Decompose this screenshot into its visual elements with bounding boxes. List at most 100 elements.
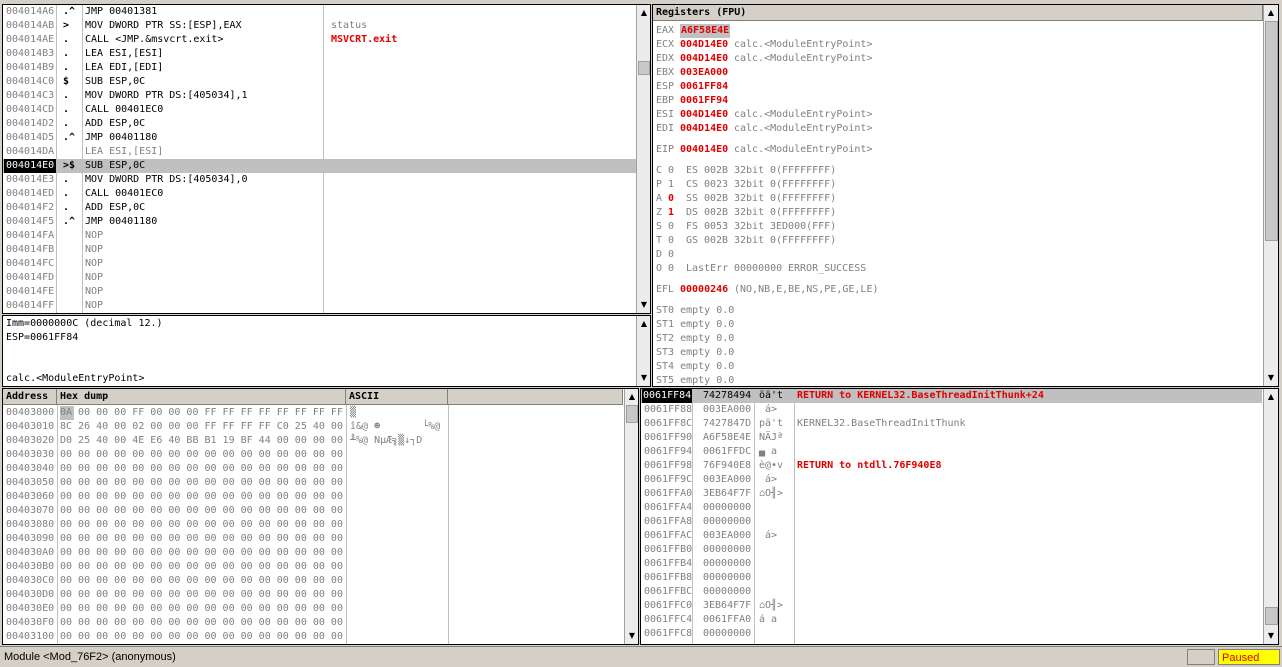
scroll-thumb[interactable] (1265, 21, 1278, 241)
register-value[interactable]: 004014E0 (680, 143, 728, 157)
register-value[interactable]: A6F58E4E (680, 24, 731, 38)
disasm-row[interactable]: 004014FC NOP (3, 257, 637, 271)
scroll-down-icon[interactable]: ▼ (626, 630, 638, 642)
stack-row[interactable]: 0061FFA4 00000000 (641, 501, 1262, 515)
flag-row[interactable]: P 1 CS 0023 32bit 0(FFFFFFFF) (653, 178, 1253, 192)
register-row[interactable]: EBP 0061FF94 (653, 94, 1253, 108)
flag-row[interactable]: Z 1 DS 002B 32bit 0(FFFFFFFF) (653, 206, 1253, 220)
register-row[interactable]: ESI 004D14E0 calc.<ModuleEntryPoint> (653, 108, 1253, 122)
flag-value[interactable]: 0 (668, 248, 674, 262)
disasm-row[interactable]: 004014A6 .^ JMP 00401381 (3, 5, 637, 19)
stack-row[interactable]: 0061FFC8 00000000 (641, 627, 1262, 641)
flag-value[interactable]: 0 (668, 164, 674, 178)
stack-row[interactable]: 0061FF84 74278494 öä't RETURN to KERNEL32.B… (641, 389, 1262, 403)
dump-row[interactable]: 00403100 00 00 00 00 00 00 00 00 00 00 00… (3, 630, 623, 644)
dump-row[interactable]: 00403050 00 00 00 00 00 00 00 00 00 00 00… (3, 476, 623, 490)
dump-row[interactable]: 00403040 00 00 00 00 00 00 00 00 00 00 00… (3, 462, 623, 476)
stack-row[interactable]: 0061FF94 0061FFDC ▄ a (641, 445, 1262, 459)
register-row[interactable]: EDX 004D14E0 calc.<ModuleEntryPoint> (653, 52, 1253, 66)
flag-row[interactable]: T 0 GS 002B 32bit 0(FFFFFFFF) (653, 234, 1253, 248)
dump-header-hex[interactable]: Hex dump (57, 389, 346, 405)
disasm-row[interactable]: 004014AE. CALL <JMP.&msvcrt.exit> MSVCRT.e… (3, 33, 637, 47)
scroll-up-icon[interactable]: ▲ (638, 7, 650, 19)
stack-row[interactable]: 0061FFC4 0061FFA0 á a (641, 613, 1262, 627)
dump-row[interactable]: 004030A0 00 00 00 00 00 00 00 00 00 00 00… (3, 546, 623, 560)
fpu-register-row[interactable]: ST0 empty 0.0 (656, 304, 734, 318)
dump-row[interactable]: 004030F0 00 00 00 00 00 00 00 00 00 00 00… (3, 616, 623, 630)
register-row-eip[interactable]: EIP 004014E0 calc.<ModuleEntryPoint> (653, 143, 1253, 157)
fpu-register-row[interactable]: ST2 empty 0.0 (656, 332, 734, 346)
dump-row[interactable]: 004030E0 00 00 00 00 00 00 00 00 00 00 00… (3, 602, 623, 616)
stack-row[interactable]: 0061FFA8 00000000 (641, 515, 1262, 529)
register-row[interactable]: ECX 004D14E0 calc.<ModuleEntryPoint> (653, 38, 1253, 52)
stack-row[interactable]: 0061FF8C 7427847D pä't KERNEL32.BaseThreadI… (641, 417, 1262, 431)
registers-scrollbar[interactable]: ▲ ▼ (1263, 5, 1278, 386)
dump-row[interactable]: 00403020 D0 25 40 00 4E E6 40 BB B1 19 BF… (3, 434, 623, 448)
disasm-row[interactable]: 004014D2. ADD ESP,0C (3, 117, 637, 131)
fpu-register-row[interactable]: ST1 empty 0.0 (656, 318, 734, 332)
fpu-register-row[interactable]: ST5 empty 0.0 (656, 374, 734, 386)
dump-header-address[interactable]: Address (3, 389, 57, 405)
dump-row[interactable]: 004030D0 00 00 00 00 00 00 00 00 00 00 00… (3, 588, 623, 602)
disasm-row[interactable]: 004014F2. ADD ESP,0C (3, 201, 637, 215)
dump-pane[interactable]: Address Hex dump ASCII 00403000 0A 00 00 … (2, 388, 639, 645)
registers-pane[interactable]: Registers (FPU) EAX A6F58E4E ECX 004D14E0 ca… (652, 4, 1279, 387)
scroll-down-icon[interactable]: ▼ (1265, 372, 1277, 384)
disasm-row[interactable]: 004014FB NOP (3, 243, 637, 257)
scroll-thumb[interactable] (638, 61, 650, 75)
scroll-down-icon[interactable]: ▼ (638, 299, 650, 311)
disasm-row[interactable]: 004014FE NOP (3, 285, 637, 299)
scroll-up-icon[interactable]: ▲ (626, 391, 638, 403)
info-pane[interactable]: Imm=0000000C (decimal 12.) ESP=0061FF84 … (2, 315, 651, 387)
register-row[interactable]: EAX A6F58E4E (653, 24, 1253, 38)
scroll-up-icon[interactable]: ▲ (638, 318, 650, 330)
info-scrollbar[interactable]: ▲ ▼ (636, 316, 650, 386)
register-value[interactable]: 00000246 (680, 283, 728, 297)
stack-row[interactable]: 0061FFB4 00000000 (641, 557, 1262, 571)
register-value[interactable]: 004D14E0 (680, 52, 728, 66)
scroll-down-icon[interactable]: ▼ (638, 372, 650, 384)
flag-row[interactable]: O 0 LastErr 00000000 ERROR_SUCCESS (653, 262, 1253, 276)
disasm-row[interactable]: 004014AB > MOV DWORD PTR SS:[ESP],EAX statu… (3, 19, 637, 33)
dump-row[interactable]: 00403090 00 00 00 00 00 00 00 00 00 00 00… (3, 532, 623, 546)
disasm-row[interactable]: 004014B3. LEA ESI,[ESI] (3, 47, 637, 61)
disasm-scrollbar[interactable]: ▲ ▼ (636, 5, 650, 313)
disasm-row[interactable]: 004014CD. CALL 00401EC0 (3, 103, 637, 117)
stack-row[interactable]: 0061FFC0 3EB64F7F ⌂O╢> (641, 599, 1262, 613)
stack-row[interactable]: 0061FF98 76F940E8 è@•v RETURN to ntdll.76F9… (641, 459, 1262, 473)
dump-header-ascii[interactable]: ASCII (346, 389, 448, 405)
stack-row[interactable]: 0061FFAC 003EA000 á> (641, 529, 1262, 543)
dump-scrollbar[interactable]: ▲ ▼ (624, 389, 638, 644)
disasm-row[interactable]: 004014F5 .^ JMP 00401180 (3, 215, 637, 229)
disasm-row[interactable]: 004014E3. MOV DWORD PTR DS:[405034],0 (3, 173, 637, 187)
stack-row[interactable]: 0061FF90 A6F58E4E NÄJª (641, 431, 1262, 445)
disasm-row[interactable]: 004014B9. LEA EDI,[EDI] (3, 61, 637, 75)
register-value[interactable]: 0061FF84 (680, 80, 728, 94)
flag-value[interactable]: 0 (668, 192, 674, 206)
scroll-thumb[interactable] (626, 405, 638, 423)
disasm-row[interactable]: 004014DA LEA ESI,[ESI] (3, 145, 637, 159)
flag-row[interactable]: C 0 ES 002B 32bit 0(FFFFFFFF) (653, 164, 1253, 178)
register-value[interactable]: 004D14E0 (680, 38, 728, 52)
flag-row[interactable]: A 0 SS 002B 32bit 0(FFFFFFFF) (653, 192, 1253, 206)
stack-row[interactable]: 0061FFBC 00000000 (641, 585, 1262, 599)
stack-scrollbar[interactable]: ▲ ▼ (1263, 389, 1278, 644)
dump-row[interactable]: 00403010 8C 26 40 00 02 00 00 00 FF FF FF… (3, 420, 623, 434)
disasm-row[interactable]: 004014C3. MOV DWORD PTR DS:[405034],1 (3, 89, 637, 103)
stack-row[interactable]: 0061FFA0 3EB64F7F ⌂O╢> (641, 487, 1262, 501)
disasm-row[interactable]: 004014ED. CALL 00401EC0 (3, 187, 637, 201)
dump-row[interactable]: 004030C0 00 00 00 00 00 00 00 00 00 00 00… (3, 574, 623, 588)
stack-row[interactable]: 0061FF9C 003EA000 á> (641, 473, 1262, 487)
flag-value[interactable]: 1 (668, 206, 674, 220)
flag-value[interactable]: 0 (668, 262, 674, 276)
disasm-row[interactable]: 004014E0 >$ SUB ESP,0C (3, 159, 637, 173)
scroll-up-icon[interactable]: ▲ (1265, 391, 1277, 403)
fpu-register-row[interactable]: ST3 empty 0.0 (656, 346, 734, 360)
dump-row[interactable]: 00403080 00 00 00 00 00 00 00 00 00 00 00… (3, 518, 623, 532)
register-value[interactable]: 004D14E0 (680, 122, 728, 136)
stack-row[interactable]: 0061FF88 003EA000 á> (641, 403, 1262, 417)
dump-row[interactable]: 00403000 0A 00 00 00 FF 00 00 00 FF FF FF… (3, 406, 623, 420)
flag-row[interactable]: S 0 FS 0053 32bit 3ED000(FFF) (653, 220, 1253, 234)
flag-value[interactable]: 0 (668, 234, 674, 248)
flag-value[interactable]: 1 (668, 178, 674, 192)
